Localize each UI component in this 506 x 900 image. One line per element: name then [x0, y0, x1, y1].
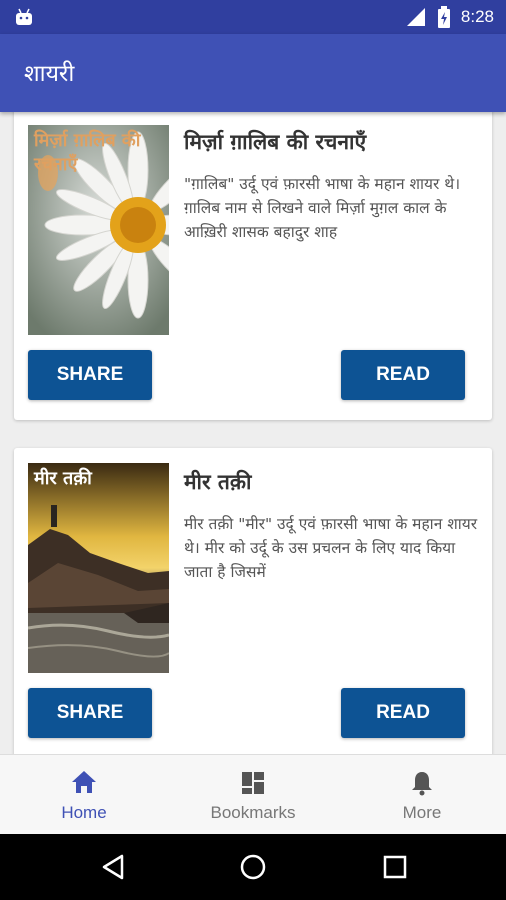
content-list[interactable]: मिर्ज़ा ग़ालिब की रचनाएँ मिर्ज़ा ग़ालिब …	[0, 112, 506, 754]
bottom-navigation: Home Bookmarks More	[0, 754, 506, 834]
poet-card: मिर्ज़ा ग़ालिब की रचनाएँ मिर्ज़ा ग़ालिब …	[14, 112, 492, 420]
nav-label-bookmarks: Bookmarks	[210, 803, 296, 822]
status-bar: 8:28	[0, 0, 506, 34]
nav-label-home: Home	[61, 803, 107, 822]
share-button[interactable]: SHARE	[28, 688, 152, 738]
poet-card: मीर तक़ी मीर तक़ी मीर तक़ी "मीर" उर्दू ए…	[14, 448, 492, 754]
poet-description: मीर तक़ी "मीर" उर्दू एवं फ़ारसी भाषा के …	[184, 515, 478, 581]
app-bar: शायरी	[0, 34, 506, 112]
poet-title: मिर्ज़ा ग़ालिब की रचनाएँ	[184, 130, 367, 154]
signal-icon	[406, 8, 425, 26]
nav-item-bookmarks[interactable]: Bookmarks	[169, 755, 337, 835]
poet-description: "ग़ालिब" उर्दू एवं फ़ारसी भाषा के महान श…	[184, 175, 461, 241]
nav-label-more: More	[402, 803, 442, 822]
share-button[interactable]: SHARE	[28, 350, 152, 400]
battery-icon	[437, 6, 450, 28]
nav-item-home[interactable]: Home	[0, 755, 168, 835]
nav-item-more[interactable]: More	[338, 755, 506, 835]
read-button[interactable]: READ	[341, 350, 465, 400]
bookmarks-icon	[242, 772, 264, 794]
sunset-image	[28, 463, 169, 673]
poet-thumbnail: मीर तक़ी	[28, 463, 169, 673]
bell-icon	[412, 772, 432, 796]
recents-icon[interactable]	[382, 853, 408, 881]
poet-title: मीर तक़ी	[184, 470, 252, 494]
system-navigation-bar	[0, 834, 506, 900]
poet-thumbnail: मिर्ज़ा ग़ालिब की रचनाएँ	[28, 125, 169, 335]
home-circle-icon[interactable]	[239, 853, 267, 881]
read-button[interactable]: READ	[341, 688, 465, 738]
thumbnail-caption: मीर तक़ी	[34, 468, 92, 489]
home-icon	[72, 771, 96, 793]
page-title: शायरी	[24, 61, 75, 87]
back-icon[interactable]	[100, 853, 126, 881]
status-time: 8:28	[460, 7, 494, 26]
thumbnail-caption: मिर्ज़ा ग़ालिब की रचनाएँ	[34, 130, 141, 175]
android-icon	[16, 8, 32, 25]
